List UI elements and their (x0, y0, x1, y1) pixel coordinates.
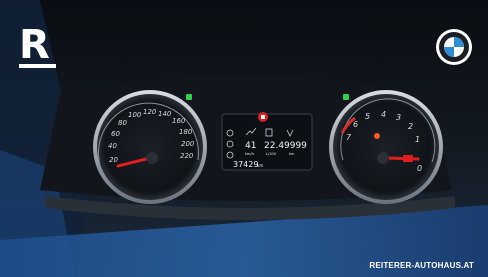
odometer-value: 37429 (233, 160, 258, 169)
warning-light (374, 133, 380, 139)
display-unit-speed: km/h (245, 152, 254, 156)
display-unit-consumption: L/100 (266, 152, 276, 156)
speedometer: 20 40 60 80 100 120 140 160 180 200 220 (93, 90, 207, 204)
battery-warning-icon (403, 155, 413, 162)
dashboard-photo: 20 40 60 80 100 120 140 160 180 200 220 … (0, 0, 488, 277)
speedo-tick-220: 220 (180, 152, 194, 160)
dealer-logo-underline (19, 64, 56, 68)
display-value-speed: 41 (245, 141, 256, 151)
indicator-green-left (186, 94, 192, 100)
tacho-tick-3: 3 (396, 113, 401, 122)
speedo-tick-40: 40 (108, 142, 117, 150)
tacho-tick-4: 4 (381, 110, 386, 119)
speedo-tick-80: 80 (118, 119, 127, 127)
bmw-logo-icon (436, 29, 472, 65)
dealer-logo: R (19, 22, 50, 68)
speedo-tick-180: 180 (179, 128, 193, 136)
speedo-tick-60: 60 (111, 130, 120, 138)
indicator-green-right (343, 94, 349, 100)
tacho-tick-1: 1 (415, 135, 420, 144)
tacho-needle (384, 156, 420, 161)
display-unit-range: km (289, 152, 295, 156)
speedo-tick-200: 200 (181, 140, 195, 148)
tacho-tick-6: 6 (353, 120, 358, 129)
odometer-unit: km (257, 163, 263, 168)
dealer-website[interactable]: REITERER-AUTOHAUS.AT (369, 261, 474, 270)
tacho-tick-0: 0 (417, 164, 422, 173)
speedo-tick-100: 100 (128, 111, 142, 119)
tacho-tick-2: 2 (408, 122, 413, 131)
speedo-tick-120: 120 (143, 108, 157, 116)
speedo-tick-20: 20 (109, 156, 118, 164)
speedo-tick-140: 140 (158, 110, 172, 118)
center-display: 41 22.4 9999 km/h L/100 km 37429 km (221, 112, 313, 171)
tacho-tick-5: 5 (365, 112, 370, 121)
tachometer: 7 6 5 4 3 2 1 0 (329, 90, 443, 204)
speedo-tick-160: 160 (172, 117, 186, 125)
display-value-range: 9999 (284, 141, 307, 151)
display-value-consumption: 22.4 (264, 141, 284, 151)
